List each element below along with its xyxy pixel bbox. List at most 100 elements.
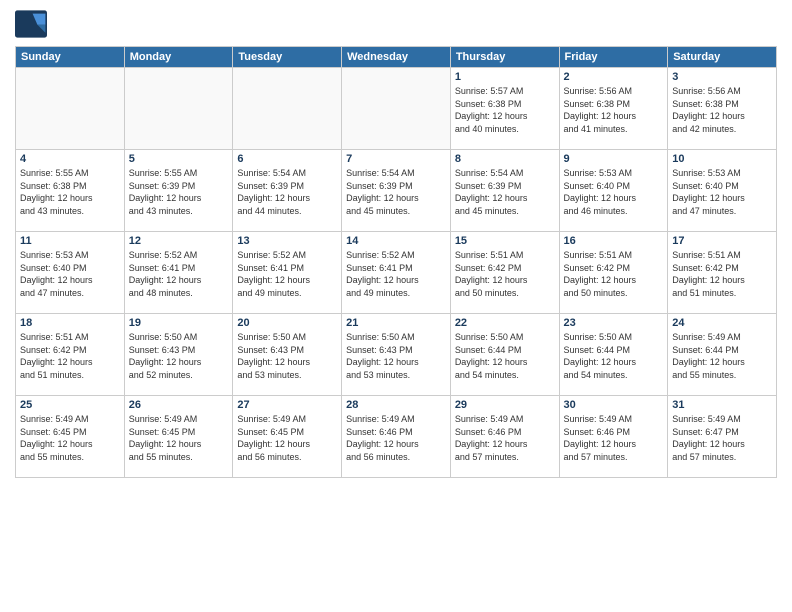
day-info: Sunrise: 5:50 AM Sunset: 6:44 PM Dayligh… [564, 331, 664, 381]
day-cell: 3Sunrise: 5:56 AM Sunset: 6:38 PM Daylig… [668, 68, 777, 150]
day-number: 14 [346, 235, 446, 247]
day-info: Sunrise: 5:54 AM Sunset: 6:39 PM Dayligh… [455, 167, 555, 217]
day-info: Sunrise: 5:49 AM Sunset: 6:45 PM Dayligh… [129, 413, 229, 463]
day-number: 24 [672, 317, 772, 329]
day-cell: 31 Sunrise: 5:49 AM Sunset: 6:47 PM Dayli… [668, 396, 777, 478]
day-cell: 4 Sunrise: 5:55 AM Sunset: 6:38 PM Daylig… [16, 150, 125, 232]
day-number: 2 [564, 71, 664, 83]
day-number: 8 [455, 153, 555, 165]
day-number: 7 [346, 153, 446, 165]
day-cell: 1 Sunrise: 5:57 AM Sunset: 6:38 PM Daylig… [450, 68, 559, 150]
day-cell: 19 Sunrise: 5:50 AM Sunset: 6:43 PM Dayli… [124, 314, 233, 396]
day-info: Sunrise: 5:49 AM Sunset: 6:47 PM Dayligh… [672, 413, 772, 463]
day-cell: 15 Sunrise: 5:51 AM Sunset: 6:42 PM Dayli… [450, 232, 559, 314]
day-number: 29 [455, 399, 555, 411]
day-info: Sunrise: 5:49 AM Sunset: 6:46 PM Dayligh… [455, 413, 555, 463]
day-cell: 11Sunrise: 5:53 AM Sunset: 6:40 PM Dayli… [16, 232, 125, 314]
column-header-saturday: Saturday [668, 47, 777, 68]
day-info: Sunrise: 5:54 AM Sunset: 6:39 PM Dayligh… [346, 167, 446, 217]
day-cell: 23 Sunrise: 5:50 AM Sunset: 6:44 PM Dayli… [559, 314, 668, 396]
day-cell: 20Sunrise: 5:50 AM Sunset: 6:43 PM Dayli… [233, 314, 342, 396]
page: SundayMondayTuesdayWednesdayThursdayFrid… [0, 0, 792, 612]
column-header-wednesday: Wednesday [342, 47, 451, 68]
day-info: Sunrise: 5:49 AM Sunset: 6:44 PM Dayligh… [672, 331, 772, 381]
day-number: 10 [672, 153, 772, 165]
day-info: Sunrise: 5:49 AM Sunset: 6:46 PM Dayligh… [346, 413, 446, 463]
day-info: Sunrise: 5:53 AM Sunset: 6:40 PM Dayligh… [672, 167, 772, 217]
logo [15, 10, 51, 38]
day-cell: 6Sunrise: 5:54 AM Sunset: 6:39 PM Daylig… [233, 150, 342, 232]
week-row-2: 4 Sunrise: 5:55 AM Sunset: 6:38 PM Daylig… [16, 150, 777, 232]
day-number: 31 [672, 399, 772, 411]
column-header-thursday: Thursday [450, 47, 559, 68]
day-cell: 2 Sunrise: 5:56 AM Sunset: 6:38 PM Daylig… [559, 68, 668, 150]
day-cell [233, 68, 342, 150]
column-header-tuesday: Tuesday [233, 47, 342, 68]
day-cell: 17 Sunrise: 5:51 AM Sunset: 6:42 PM Dayli… [668, 232, 777, 314]
day-info: Sunrise: 5:55 AM Sunset: 6:38 PM Dayligh… [20, 167, 120, 217]
day-info: Sunrise: 5:51 AM Sunset: 6:42 PM Dayligh… [564, 249, 664, 299]
day-info: Sunrise: 5:50 AM Sunset: 6:44 PM Dayligh… [455, 331, 555, 381]
day-info: Sunrise: 5:50 AM Sunset: 6:43 PM Dayligh… [237, 331, 337, 381]
day-cell: 5 Sunrise: 5:55 AM Sunset: 6:39 PM Daylig… [124, 150, 233, 232]
day-cell: 28Sunrise: 5:49 AM Sunset: 6:46 PM Dayli… [342, 396, 451, 478]
day-number: 27 [237, 399, 337, 411]
column-header-sunday: Sunday [16, 47, 125, 68]
day-info: Sunrise: 5:50 AM Sunset: 6:43 PM Dayligh… [129, 331, 229, 381]
day-cell: 12 Sunrise: 5:52 AM Sunset: 6:41 PM Dayli… [124, 232, 233, 314]
header-row: SundayMondayTuesdayWednesdayThursdayFrid… [16, 47, 777, 68]
day-info: Sunrise: 5:51 AM Sunset: 6:42 PM Dayligh… [20, 331, 120, 381]
calendar-table: SundayMondayTuesdayWednesdayThursdayFrid… [15, 46, 777, 478]
week-row-3: 11Sunrise: 5:53 AM Sunset: 6:40 PM Dayli… [16, 232, 777, 314]
day-info: Sunrise: 5:57 AM Sunset: 6:38 PM Dayligh… [455, 85, 555, 135]
day-number: 18 [20, 317, 120, 329]
day-number: 23 [564, 317, 664, 329]
day-info: Sunrise: 5:52 AM Sunset: 6:41 PM Dayligh… [237, 249, 337, 299]
day-cell [16, 68, 125, 150]
day-number: 30 [564, 399, 664, 411]
day-cell [342, 68, 451, 150]
day-info: Sunrise: 5:53 AM Sunset: 6:40 PM Dayligh… [564, 167, 664, 217]
day-number: 9 [564, 153, 664, 165]
day-info: Sunrise: 5:56 AM Sunset: 6:38 PM Dayligh… [564, 85, 664, 135]
day-cell: 8 Sunrise: 5:54 AM Sunset: 6:39 PM Daylig… [450, 150, 559, 232]
day-number: 1 [455, 71, 555, 83]
day-number: 17 [672, 235, 772, 247]
day-number: 22 [455, 317, 555, 329]
day-cell: 29 Sunrise: 5:49 AM Sunset: 6:46 PM Dayli… [450, 396, 559, 478]
day-cell: 10 Sunrise: 5:53 AM Sunset: 6:40 PM Dayli… [668, 150, 777, 232]
day-number: 13 [237, 235, 337, 247]
day-number: 15 [455, 235, 555, 247]
day-info: Sunrise: 5:52 AM Sunset: 6:41 PM Dayligh… [346, 249, 446, 299]
day-number: 26 [129, 399, 229, 411]
day-info: Sunrise: 5:55 AM Sunset: 6:39 PM Dayligh… [129, 167, 229, 217]
day-number: 3 [672, 71, 772, 83]
day-cell: 16 Sunrise: 5:51 AM Sunset: 6:42 PM Dayli… [559, 232, 668, 314]
day-cell: 22 Sunrise: 5:50 AM Sunset: 6:44 PM Dayli… [450, 314, 559, 396]
day-number: 19 [129, 317, 229, 329]
day-cell: 13 Sunrise: 5:52 AM Sunset: 6:41 PM Dayli… [233, 232, 342, 314]
day-number: 25 [20, 399, 120, 411]
day-cell: 24 Sunrise: 5:49 AM Sunset: 6:44 PM Dayli… [668, 314, 777, 396]
logo-icon [15, 10, 47, 38]
day-info: Sunrise: 5:50 AM Sunset: 6:43 PM Dayligh… [346, 331, 446, 381]
day-info: Sunrise: 5:51 AM Sunset: 6:42 PM Dayligh… [455, 249, 555, 299]
day-number: 12 [129, 235, 229, 247]
day-number: 21 [346, 317, 446, 329]
column-header-friday: Friday [559, 47, 668, 68]
day-cell: 27 Sunrise: 5:49 AM Sunset: 6:45 PM Dayli… [233, 396, 342, 478]
day-info: Sunrise: 5:51 AM Sunset: 6:42 PM Dayligh… [672, 249, 772, 299]
day-cell: 26 Sunrise: 5:49 AM Sunset: 6:45 PM Dayli… [124, 396, 233, 478]
day-cell: 21 Sunrise: 5:50 AM Sunset: 6:43 PM Dayli… [342, 314, 451, 396]
day-cell: 30 Sunrise: 5:49 AM Sunset: 6:46 PM Dayli… [559, 396, 668, 478]
day-number: 5 [129, 153, 229, 165]
day-number: 16 [564, 235, 664, 247]
week-row-5: 25 Sunrise: 5:49 AM Sunset: 6:45 PM Dayli… [16, 396, 777, 478]
day-info: Sunrise: 5:52 AM Sunset: 6:41 PM Dayligh… [129, 249, 229, 299]
day-info: Sunrise: 5:49 AM Sunset: 6:46 PM Dayligh… [564, 413, 664, 463]
week-row-1: 1 Sunrise: 5:57 AM Sunset: 6:38 PM Daylig… [16, 68, 777, 150]
day-cell: 7 Sunrise: 5:54 AM Sunset: 6:39 PM Daylig… [342, 150, 451, 232]
day-info: Sunrise: 5:49 AM Sunset: 6:45 PM Dayligh… [237, 413, 337, 463]
day-number: 6 [237, 153, 337, 165]
day-number: 4 [20, 153, 120, 165]
